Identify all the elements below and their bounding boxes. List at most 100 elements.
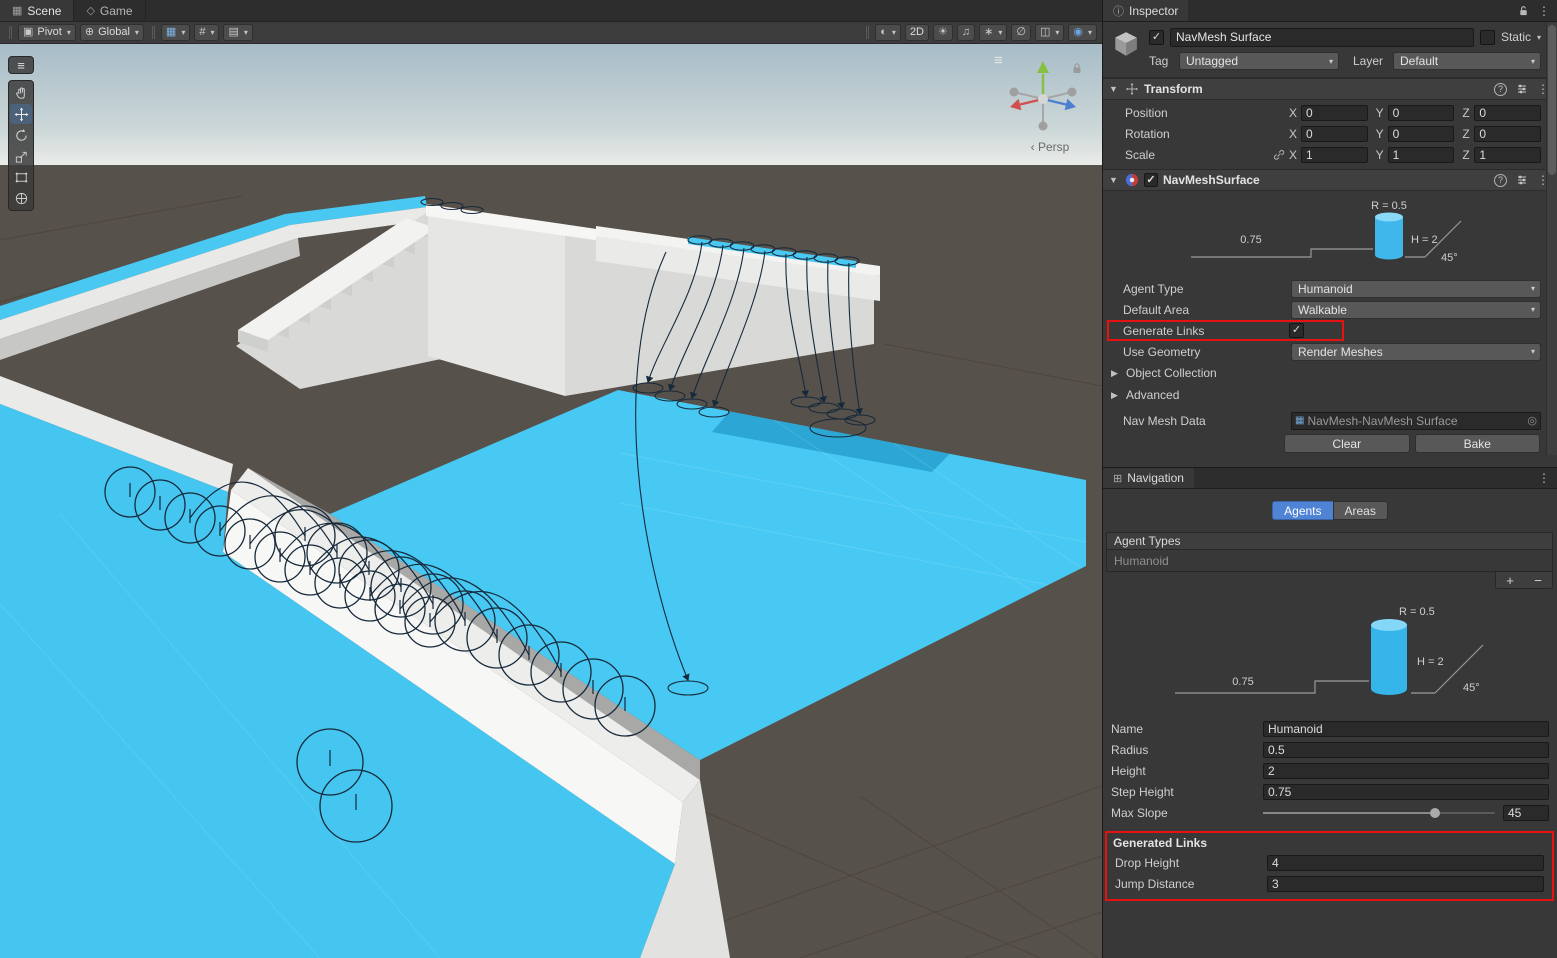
shading-mode-dropdown[interactable]: ◐ ▾ <box>875 24 901 41</box>
toolbar-separator <box>152 26 153 39</box>
inspector-scrollbar[interactable] <box>1546 23 1557 455</box>
transform-component-header[interactable]: ▼ Transform ? ⋮ <box>1103 78 1557 100</box>
layer-dropdown[interactable]: Default ▾ <box>1393 52 1541 70</box>
gizmo-x-axis-cone[interactable] <box>1010 99 1021 111</box>
game-tab-label: Game <box>100 4 133 18</box>
generate-links-checkbox[interactable]: ✓ <box>1289 323 1304 338</box>
presets-icon[interactable] <box>1516 174 1528 186</box>
areas-tab[interactable]: Areas <box>1333 501 1388 520</box>
toolstrip-menu-button[interactable]: ≡ <box>8 56 34 74</box>
agent-type-dropdown[interactable]: Humanoid ▾ <box>1291 280 1541 298</box>
add-agent-type-button[interactable]: + <box>1506 574 1514 587</box>
presets-icon[interactable] <box>1516 83 1528 95</box>
tab-navigation[interactable]: ⊞ Navigation <box>1103 468 1194 488</box>
axis-z-label: Z <box>1462 148 1474 162</box>
gizmo-neg-y-handle[interactable] <box>1039 122 1048 131</box>
advanced-foldout[interactable]: ▶ Advanced <box>1103 384 1557 406</box>
global-label: Global <box>98 27 130 38</box>
navmeshsurface-component-icon <box>1125 173 1139 187</box>
inspector-tabbar: ⓘ Inspector ⋮ <box>1103 0 1557 22</box>
position-y-field[interactable] <box>1388 105 1455 121</box>
scale-x-field[interactable] <box>1301 147 1368 163</box>
hidden-objects-toggle[interactable]: ∅ <box>1011 24 1031 41</box>
position-x-field[interactable] <box>1301 105 1368 121</box>
tab-game[interactable]: ◇ Game <box>74 0 145 21</box>
foldout-open-icon[interactable]: ▼ <box>1109 84 1120 94</box>
gizmos-dropdown[interactable]: ◉ ▾ <box>1068 24 1097 41</box>
rotation-x-field[interactable] <box>1301 126 1368 142</box>
scene-audio-toggle[interactable]: ♫ <box>957 24 975 41</box>
agent-name-field[interactable] <box>1263 721 1549 737</box>
view-hand-tool-button[interactable] <box>10 83 32 103</box>
rect-tool-button[interactable] <box>10 167 32 187</box>
generated-links-highlight: Generated Links Drop Height Jump Distanc… <box>1105 831 1554 901</box>
scrollbar-thumb[interactable] <box>1548 25 1556 175</box>
gizmo-y-axis-cone[interactable] <box>1037 61 1049 73</box>
use-geometry-dropdown[interactable]: Render Meshes ▾ <box>1291 343 1541 361</box>
scene-viewport[interactable]: ≡ <box>0 44 1102 958</box>
clear-button[interactable]: Clear <box>1284 434 1410 453</box>
lock-icon[interactable] <box>1518 5 1529 17</box>
rotate-tool-button[interactable] <box>10 125 32 145</box>
foldout-open-icon[interactable]: ▼ <box>1109 175 1120 185</box>
help-icon[interactable]: ? <box>1494 83 1507 96</box>
static-checkbox[interactable] <box>1480 30 1495 45</box>
generate-links-highlight: Generate Links ✓ <box>1107 320 1344 341</box>
scale-tool-button[interactable] <box>10 146 32 166</box>
svg-text:R = 0.5: R = 0.5 <box>1371 200 1407 212</box>
grid-snap-dropdown[interactable]: ▦ ▾ <box>161 24 190 41</box>
remove-agent-type-button[interactable]: − <box>1534 574 1542 587</box>
use-geometry-value: Render Meshes <box>1298 345 1383 359</box>
effects-dropdown[interactable]: ∗ ▾ <box>979 24 1007 41</box>
agent-radius-field[interactable] <box>1263 742 1549 758</box>
transform-tool-button[interactable] <box>10 188 32 208</box>
scale-y-field[interactable] <box>1388 147 1455 163</box>
agent-type-item-humanoid[interactable]: Humanoid <box>1106 550 1553 572</box>
slider-track[interactable] <box>1263 812 1495 814</box>
help-icon[interactable]: ? <box>1494 174 1507 187</box>
kebab-menu-icon[interactable]: ⋮ <box>1538 471 1550 485</box>
scale-z-field[interactable] <box>1474 147 1541 163</box>
slider-thumb[interactable] <box>1430 808 1440 818</box>
scene-orientation-gizmo[interactable] <box>988 44 1098 154</box>
drop-height-field[interactable] <box>1267 855 1544 871</box>
scene-lighting-toggle[interactable]: ☀ <box>933 24 953 41</box>
gameobject-active-checkbox[interactable]: ✓ <box>1149 30 1164 45</box>
gizmo-neg-x-handle[interactable] <box>1068 88 1077 97</box>
bake-button[interactable]: Bake <box>1415 434 1541 453</box>
object-collection-foldout[interactable]: ▶ Object Collection <box>1103 362 1557 384</box>
gizmo-z-axis-cone[interactable] <box>1065 99 1076 111</box>
increment-snap-dropdown[interactable]: # ▾ <box>194 24 219 41</box>
tab-inspector[interactable]: ⓘ Inspector <box>1103 0 1188 21</box>
tab-scene[interactable]: ▦ Scene <box>0 0 74 21</box>
max-slope-slider[interactable] <box>1263 805 1549 821</box>
handle-orientation-dropdown[interactable]: ⊕ Global ▾ <box>80 24 144 41</box>
gizmo-neg-z-handle[interactable] <box>1010 88 1019 97</box>
2d-toggle-button[interactable]: 2D <box>905 24 929 41</box>
component-enabled-checkbox[interactable]: ✓ <box>1144 173 1158 187</box>
position-z-field[interactable] <box>1474 105 1541 121</box>
jump-distance-field[interactable] <box>1267 876 1544 892</box>
max-slope-value-field[interactable] <box>1503 805 1549 821</box>
kebab-menu-icon[interactable]: ⋮ <box>1538 4 1550 18</box>
default-area-dropdown[interactable]: Walkable ▾ <box>1291 301 1541 319</box>
lock-icon[interactable] <box>1071 62 1083 75</box>
agent-height-field[interactable] <box>1263 763 1549 779</box>
pivot-dropdown[interactable]: ▣ Pivot ▾ <box>18 24 76 41</box>
gameobject-name-field[interactable] <box>1170 28 1474 47</box>
move-tool-button[interactable] <box>10 104 32 124</box>
agents-tab[interactable]: Agents <box>1272 501 1332 520</box>
camera-settings-dropdown[interactable]: ◫ ▾ <box>1035 24 1064 41</box>
agent-step-height-field[interactable] <box>1263 784 1549 800</box>
rotation-y-field[interactable] <box>1388 126 1455 142</box>
navmeshsurface-component-header[interactable]: ▼ ✓ NavMeshSurface ? ⋮ <box>1103 169 1557 191</box>
gizmo-perspective-toggle[interactable]: ‹ Persp <box>1005 140 1095 154</box>
rotation-z-field[interactable] <box>1474 126 1541 142</box>
measure-tool-dropdown[interactable]: ▤ ▾ <box>223 24 252 41</box>
tag-dropdown[interactable]: Untagged ▾ <box>1179 52 1339 70</box>
object-picker-icon[interactable]: ◎ <box>1527 414 1537 427</box>
nav-mesh-data-object-field[interactable]: ▦ NavMesh-NavMesh Surface ◎ <box>1291 412 1541 430</box>
constrain-proportions-icon[interactable] <box>1273 149 1285 161</box>
gizmo-center-handle[interactable] <box>1038 94 1048 104</box>
static-flags-dropdown[interactable]: ▾ <box>1537 33 1541 42</box>
